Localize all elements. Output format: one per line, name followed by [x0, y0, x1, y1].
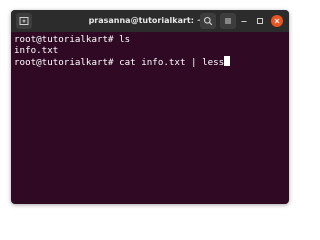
search-icon[interactable] — [200, 13, 216, 29]
terminal-window: prasanna@tutorialkart: ~ root@tutorialka… — [11, 10, 289, 204]
terminal-line: root@tutorialkart# ls — [14, 34, 131, 45]
minimize-icon[interactable] — [238, 15, 250, 27]
new-tab-icon[interactable] — [16, 13, 32, 29]
hamburger-menu-icon[interactable] — [220, 13, 236, 29]
terminal-line: root@tutorialkart# cat info.txt | less — [14, 57, 225, 68]
terminal-output[interactable]: root@tutorialkart# ls info.txt root@tuto… — [11, 32, 289, 204]
close-icon[interactable] — [271, 15, 283, 27]
title-bar[interactable]: prasanna@tutorialkart: ~ — [11, 10, 289, 32]
text-cursor — [224, 56, 230, 66]
window-title: prasanna@tutorialkart: ~ — [88, 16, 204, 25]
terminal-line: info.txt — [14, 45, 59, 56]
terminal-prompt-line[interactable]: root@tutorialkart# cat info.txt | less — [14, 56, 289, 68]
maximize-icon[interactable] — [254, 15, 266, 27]
